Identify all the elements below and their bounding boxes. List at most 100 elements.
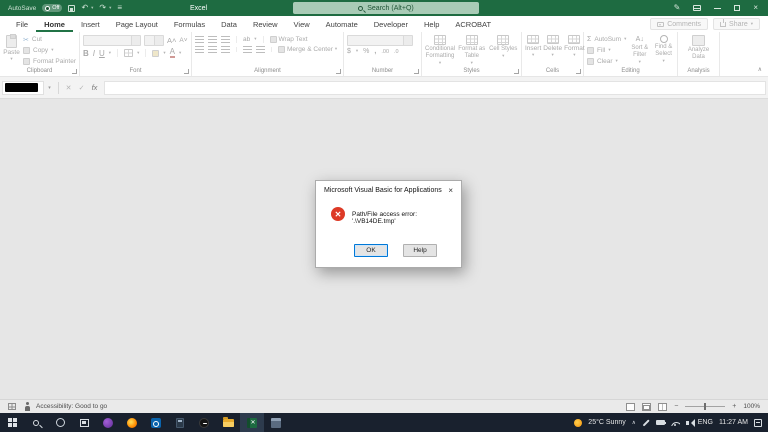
- taskbar-app-purple[interactable]: [96, 413, 120, 432]
- orientation-dropdown-icon[interactable]: ▾: [254, 37, 256, 42]
- minimize-button[interactable]: [714, 8, 721, 9]
- start-button[interactable]: [0, 413, 24, 432]
- accounting-format-button[interactable]: $: [347, 48, 351, 55]
- taskbar-search-button[interactable]: [24, 413, 48, 432]
- paste-button[interactable]: Paste ▾: [3, 35, 20, 66]
- customize-qat-icon[interactable]: ≡: [117, 4, 122, 12]
- number-dialog-launcher-icon[interactable]: [414, 69, 419, 74]
- tab-view[interactable]: View: [286, 16, 318, 32]
- file-explorer-button[interactable]: [216, 413, 240, 432]
- redo-button[interactable]: ↷: [99, 4, 106, 12]
- decrease-indent-icon[interactable]: [243, 46, 252, 53]
- comments-button[interactable]: Comments: [650, 18, 708, 30]
- taskbar-app-dark[interactable]: [192, 413, 216, 432]
- tab-page-layout[interactable]: Page Layout: [108, 16, 166, 32]
- font-name-combobox[interactable]: [83, 35, 141, 46]
- align-left-icon[interactable]: [195, 46, 204, 53]
- enter-button[interactable]: ✓: [75, 81, 88, 95]
- autosave-toggle[interactable]: Off: [42, 4, 62, 12]
- find-select-button[interactable]: Find & Select▾: [653, 35, 674, 66]
- cell-styles-button[interactable]: Cell Styles▾: [489, 35, 518, 66]
- delete-cells-button[interactable]: Delete▾: [543, 35, 562, 65]
- wrap-text-button[interactable]: Wrap Text: [270, 36, 308, 43]
- weather-widget[interactable]: 25°C Sunny: [588, 419, 625, 426]
- orientation-button[interactable]: ab: [243, 35, 250, 44]
- merge-center-button[interactable]: Merge & Center▾: [278, 46, 337, 53]
- zoom-out-button[interactable]: −: [674, 403, 678, 410]
- volume-icon[interactable]: [686, 421, 689, 425]
- tab-acrobat[interactable]: ACROBAT: [447, 16, 499, 32]
- undo-button[interactable]: ↶: [81, 4, 88, 12]
- ok-button[interactable]: OK: [354, 244, 388, 257]
- firefox-button[interactable]: [120, 413, 144, 432]
- format-as-table-button[interactable]: Format as Table▾: [457, 35, 486, 66]
- dialog-title-bar[interactable]: Microsoft Visual Basic for Applications …: [316, 181, 461, 199]
- macro-record-icon[interactable]: [8, 403, 16, 410]
- dialog-close-icon[interactable]: ×: [448, 186, 453, 195]
- accounting-dropdown-icon[interactable]: ▾: [356, 49, 358, 54]
- cells-dialog-launcher-icon[interactable]: [576, 69, 581, 74]
- font-dialog-launcher-icon[interactable]: [184, 69, 189, 74]
- insert-cells-button[interactable]: Insert▾: [525, 35, 541, 65]
- share-button[interactable]: Share▾: [713, 18, 760, 30]
- alignment-dialog-launcher-icon[interactable]: [336, 69, 341, 74]
- fill-color-button[interactable]: [152, 50, 159, 57]
- tab-formulas[interactable]: Formulas: [166, 16, 213, 32]
- fill-button[interactable]: Fill▾: [587, 46, 626, 55]
- outlook-button[interactable]: [144, 413, 168, 432]
- increase-indent-icon[interactable]: [256, 46, 265, 53]
- cut-button[interactable]: ✂Cut: [23, 35, 76, 44]
- collapse-ribbon-icon[interactable]: ∧: [758, 66, 762, 73]
- language-indicator[interactable]: ENG: [698, 419, 713, 426]
- formula-input[interactable]: [104, 81, 766, 95]
- clock[interactable]: 11:27 AM: [719, 419, 748, 426]
- calculator-button[interactable]: [168, 413, 192, 432]
- font-color-dropdown-icon[interactable]: ▾: [179, 51, 181, 56]
- name-box[interactable]: [2, 81, 44, 95]
- tab-help[interactable]: Help: [416, 16, 447, 32]
- italic-button[interactable]: I: [93, 49, 95, 58]
- borders-button[interactable]: [124, 49, 133, 57]
- align-center-icon[interactable]: [208, 46, 217, 53]
- format-cells-button[interactable]: Format▾: [564, 35, 585, 65]
- ribbon-display-options-icon[interactable]: [693, 5, 701, 11]
- bottom-align-icon[interactable]: [221, 36, 230, 43]
- clear-button[interactable]: Clear▾: [587, 57, 626, 66]
- pen-tray-icon[interactable]: [642, 419, 649, 426]
- tab-automate[interactable]: Automate: [318, 16, 366, 32]
- middle-align-icon[interactable]: [208, 36, 217, 43]
- tab-home[interactable]: Home: [36, 16, 73, 32]
- increase-font-size-button[interactable]: A˄: [167, 36, 176, 45]
- task-view-button[interactable]: [72, 413, 96, 432]
- underline-button[interactable]: U: [99, 49, 105, 58]
- save-icon[interactable]: [68, 5, 75, 12]
- zoom-in-button[interactable]: +: [732, 403, 736, 410]
- autosum-button[interactable]: ΣAutoSum▾: [587, 35, 626, 44]
- action-center-icon[interactable]: [754, 419, 762, 427]
- conditional-formatting-button[interactable]: Conditional Formatting▾: [425, 35, 455, 66]
- fill-color-dropdown-icon[interactable]: ▾: [163, 51, 165, 56]
- analyze-data-button[interactable]: Analyze Data: [681, 35, 716, 65]
- copy-button[interactable]: Copy▾: [23, 46, 76, 55]
- styles-dialog-launcher-icon[interactable]: [514, 69, 519, 74]
- undo-dropdown-icon[interactable]: ▾: [91, 5, 93, 11]
- excel-taskbar-button[interactable]: [240, 413, 264, 432]
- hidden-icons-chevron-icon[interactable]: ∧: [632, 420, 636, 426]
- search-input[interactable]: Search (Alt+Q): [293, 2, 479, 14]
- cortana-button[interactable]: [48, 413, 72, 432]
- tab-data[interactable]: Data: [213, 16, 245, 32]
- page-layout-view-button[interactable]: [642, 403, 651, 411]
- taskbar-app-gray[interactable]: [264, 413, 288, 432]
- comma-style-button[interactable]: ,: [374, 48, 376, 55]
- page-break-view-button[interactable]: [658, 403, 667, 411]
- redo-dropdown-icon[interactable]: ▾: [109, 5, 111, 11]
- decrease-decimal-button[interactable]: .0: [394, 49, 399, 55]
- percent-style-button[interactable]: %: [363, 48, 369, 55]
- top-align-icon[interactable]: [195, 36, 204, 43]
- pen-mode-icon[interactable]: ✎: [674, 4, 681, 12]
- close-button[interactable]: ×: [753, 4, 758, 12]
- format-painter-button[interactable]: Format Painter: [23, 57, 76, 66]
- zoom-level[interactable]: 100%: [743, 403, 760, 410]
- underline-dropdown-icon[interactable]: ▾: [109, 51, 111, 56]
- network-icon[interactable]: [671, 420, 680, 426]
